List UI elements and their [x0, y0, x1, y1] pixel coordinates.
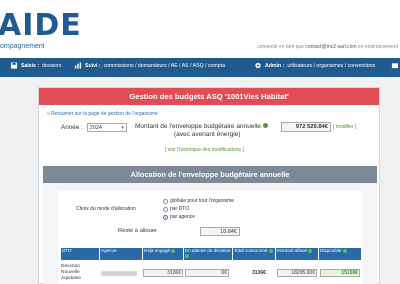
allocation-mode-label: Choix du mode d'allocation — [76, 206, 136, 212]
available-field: 15159€ — [320, 269, 360, 277]
modify-envelope-link[interactable]: [ modifier ] — [333, 124, 356, 130]
radio-global[interactable]: globale pour tout l'organisme — [163, 198, 234, 204]
nav-item-suivi[interactable]: Suivi : commissions / demandeurs / AE / … — [74, 62, 225, 69]
info-icon — [185, 253, 189, 258]
connected-user-info: connecté en tant que contact@mc2-sarl.co… — [257, 44, 398, 50]
currency-symbol: € — [324, 124, 328, 130]
agency-name-redacted — [101, 271, 137, 276]
available-value: 15159 — [341, 270, 356, 276]
currency-symbol: € — [263, 270, 266, 276]
nav-label-bold: Saisie : — [21, 62, 40, 69]
history-link[interactable]: [ voir l'historique des modifications ] — [165, 147, 244, 153]
year-select[interactable]: 2024 ▾ — [86, 123, 127, 132]
envelope-label: Montant de l'enveloppe budgétaire annuel… — [135, 123, 261, 130]
col-label: Montant alloué — [277, 248, 308, 254]
engaged-value: 3136 — [167, 270, 179, 276]
radio-button[interactable] — [163, 206, 168, 212]
currency-symbol: € — [355, 270, 358, 276]
logo-tagline: ompagnement — [0, 43, 45, 50]
col-label: Déjà engagé — [144, 248, 171, 254]
envelope-label-row: Montant de l'enveloppe budgétaire annuel… — [135, 123, 268, 130]
radio-agence[interactable]: par agence — [163, 214, 195, 220]
currency-symbol: € — [178, 270, 181, 276]
rest-label: Reste à allouer — [118, 228, 157, 234]
back-to-organisme-link[interactable]: « Retourner sur la page de gestion de l'… — [47, 111, 158, 117]
info-icon — [268, 249, 273, 253]
connected-user-email: contact@mc2-sarl.com — [305, 44, 357, 50]
year-value: 2024 — [89, 124, 102, 131]
col-header-agence: Agence — [100, 248, 142, 260]
gear-icon — [255, 62, 261, 69]
col-header-total: Total consommé — [233, 248, 275, 260]
year-row: Année : 2024 ▾ — [61, 123, 127, 132]
envelope-amount: 972 529.84 — [295, 124, 325, 130]
engaged-field: 3136€ — [143, 269, 183, 277]
allocated-value: 18295.00 — [291, 270, 313, 276]
nav-label: utilisateurs / organismes / conventions — [287, 62, 376, 69]
chart-icon — [74, 62, 82, 69]
col-header-pending: En attente de décision — [184, 248, 232, 260]
info-icon — [308, 249, 313, 253]
connected-prefix: connecté en tant que — [257, 44, 304, 50]
total-value: 3136€ — [252, 270, 266, 276]
nav-label: commissions / demandeurs / AE / AS / ASQ… — [103, 62, 225, 69]
connected-suffix: en environnement — [357, 44, 398, 50]
allocation-panel: Allocation de l'enveloppe budgétaire ann… — [43, 166, 377, 284]
main-navbar: Saisie : dossiers Suivi : commissions / … — [0, 58, 400, 77]
pending-field: 0€ — [185, 269, 229, 277]
nav-label: dossiers — [42, 62, 62, 69]
total-amount: 3136 — [252, 270, 264, 276]
col-header-engaged: Déjà engagé — [143, 248, 183, 260]
dto-line: Aquitaine — [61, 276, 82, 281]
top-header: AIDE ompagnement connecté en tant que co… — [0, 0, 400, 58]
col-label: Total consommé — [234, 248, 268, 254]
nav-item-admin[interactable]: Admin : utilisateurs / organismes / conv… — [254, 62, 375, 69]
allocation-title: Allocation de l'enveloppe budgétaire ann… — [43, 166, 377, 183]
info-icon — [171, 249, 176, 253]
info-icon — [342, 249, 347, 253]
radio-label-global: globale pour tout l'organisme — [170, 198, 235, 204]
currency-symbol: € — [312, 270, 315, 276]
app-logo[interactable]: AIDE — [0, 8, 82, 43]
nav-item-saisie[interactable]: Saisie : dossiers — [10, 62, 62, 69]
save-icon — [10, 62, 18, 69]
currency-symbol: € — [224, 270, 227, 276]
radio-button-selected[interactable] — [163, 214, 168, 220]
radio-label-agence: par agence — [170, 214, 196, 220]
year-label: Année : — [61, 124, 83, 131]
folder-icon — [391, 63, 399, 69]
nav-label-bold: Suivi : — [85, 62, 101, 69]
col-header-allocated: Montant alloué — [276, 248, 318, 260]
help-icon[interactable] — [262, 123, 268, 128]
rest-value-field: 10.84€ — [200, 227, 240, 236]
nav-item-more[interactable]: E — [391, 62, 400, 69]
allocated-input[interactable]: 18295.00€ — [277, 269, 317, 277]
radio-dto[interactable]: par DTO — [163, 206, 189, 212]
col-label: En attente de décision — [185, 248, 231, 253]
col-header-available: Disponible — [319, 248, 361, 260]
nav-label-bold: Admin : — [265, 62, 285, 69]
radio-button[interactable] — [163, 198, 168, 204]
budget-title: Gestion des budgets ASQ '1001Vies Habita… — [39, 88, 379, 105]
col-label: Disponible — [320, 248, 342, 254]
radio-label-dto: par DTO — [170, 206, 190, 212]
envelope-subtitle: (avec avenant énergie) — [174, 131, 241, 138]
col-header-dto: DTO — [61, 248, 99, 260]
envelope-amount-field[interactable]: 972 529.84€ — [281, 122, 331, 132]
chevron-down-icon: ▾ — [121, 124, 124, 131]
table-row-dto: Direction Nouvelle Aquitaine — [61, 264, 81, 282]
